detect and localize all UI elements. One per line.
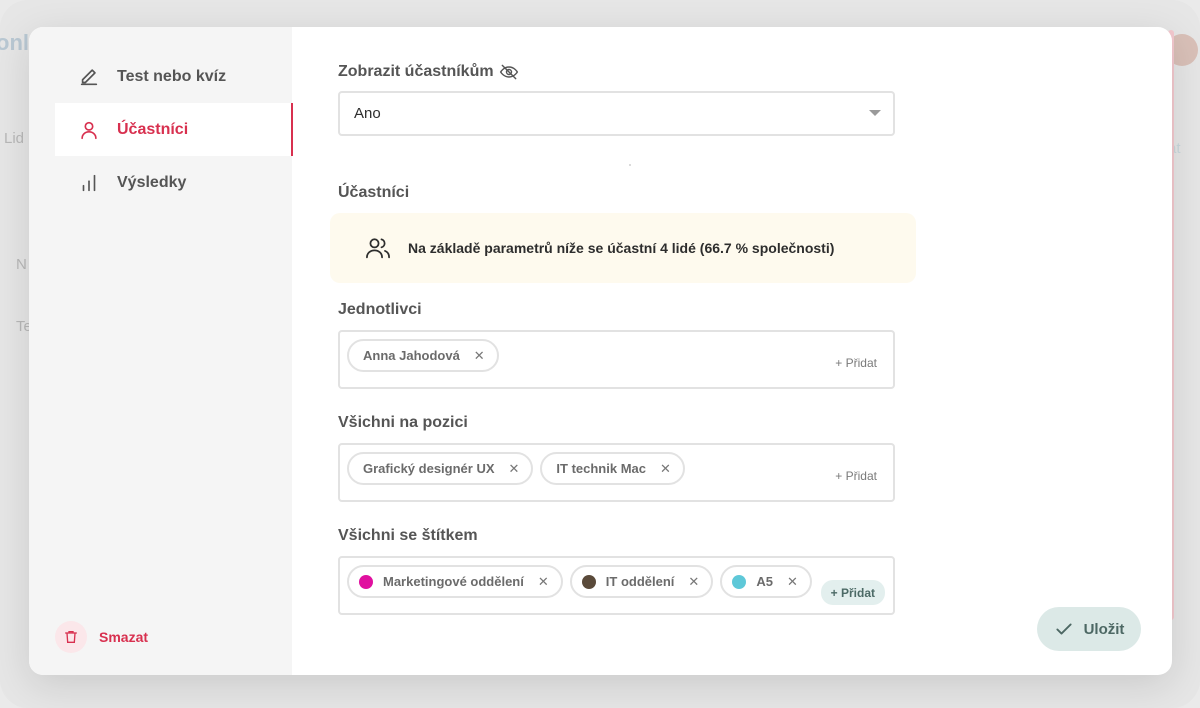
save-label: Uložit <box>1083 620 1125 638</box>
pencil-icon <box>77 65 101 89</box>
participants-info-text: Na základě parametrů níže se účastní 4 l… <box>408 240 835 256</box>
delete-label: Smazat <box>99 629 149 645</box>
trash-icon <box>55 621 87 653</box>
tag-color-dot <box>581 574 596 589</box>
tags-field[interactable]: Marketingové oddělení ✕ IT oddělení ✕ A5… <box>338 556 895 615</box>
close-icon[interactable]: ✕ <box>474 348 485 364</box>
person-icon <box>77 118 101 142</box>
add-position-button[interactable]: + Přidat <box>835 469 877 483</box>
chip-label: A5 <box>756 574 773 589</box>
close-icon[interactable]: ✕ <box>787 574 798 590</box>
positions-label: Všichni na pozici <box>338 414 468 431</box>
bar-chart-icon <box>77 171 101 195</box>
chip-label: Marketingové oddělení <box>383 574 524 589</box>
visibility-label-text: Zobrazit účastníkům <box>338 63 494 80</box>
tags-label: Všichni se štítkem <box>338 527 478 544</box>
close-icon[interactable]: ✕ <box>660 461 671 477</box>
sidebar-nav: Test nebo kvíz Účastníci Výsledky <box>55 50 293 209</box>
visibility-select-value: Ano <box>354 105 381 122</box>
save-button[interactable]: Uložit <box>1037 607 1141 651</box>
sidebar-item-label: Test nebo kvíz <box>117 67 227 85</box>
positions-chips: Grafický designér UX ✕ IT technik Mac ✕ <box>347 452 685 485</box>
sidebar-item-label: Účastníci <box>117 120 189 138</box>
users-icon <box>364 234 392 262</box>
chip: Grafický designér UX ✕ <box>347 452 534 485</box>
individuals-field[interactable]: Anna Jahodová ✕ + Přidat <box>338 330 895 389</box>
background-logo: onl <box>0 30 29 55</box>
individuals-label: Jednotlivci <box>338 301 422 318</box>
chip-label: IT technik Mac <box>556 461 646 476</box>
modal-sidebar: Test nebo kvíz Účastníci Výsledky Smazat <box>29 27 293 675</box>
close-icon[interactable]: ✕ <box>538 574 549 590</box>
visibility-label: Zobrazit účastníkům <box>338 62 519 82</box>
tag-color-dot <box>359 574 373 589</box>
chip: IT oddělení ✕ <box>569 565 714 598</box>
check-icon <box>1054 619 1074 639</box>
chip-label: Anna Jahodová <box>363 348 460 363</box>
chip: Marketingové oddělení ✕ <box>347 565 563 598</box>
chip: Anna Jahodová ✕ <box>347 339 499 372</box>
sidebar-item-test[interactable]: Test nebo kvíz <box>55 50 292 103</box>
sidebar-item-results[interactable]: Výsledky <box>55 156 292 209</box>
visibility-select[interactable]: Ano <box>338 91 895 136</box>
add-tag-button[interactable]: + Přidat <box>820 580 885 605</box>
chip-label: IT oddělení <box>605 574 675 589</box>
divider <box>629 164 631 166</box>
modal-main: Zobrazit účastníkům Ano Účastníci Na zák… <box>292 27 1172 675</box>
chip-label: Grafický designér UX <box>363 461 495 476</box>
close-icon[interactable]: ✕ <box>688 574 699 590</box>
individuals-chips: Anna Jahodová ✕ <box>347 339 499 372</box>
participants-modal: Test nebo kvíz Účastníci Výsledky Smazat <box>29 27 1172 675</box>
background-text: N <box>16 256 27 273</box>
participants-label: Účastníci <box>338 184 410 201</box>
tags-chips: Marketingové oddělení ✕ IT oddělení ✕ A5… <box>347 565 812 598</box>
chip: A5 ✕ <box>720 565 812 598</box>
sidebar-item-label: Výsledky <box>117 173 187 191</box>
chevron-down-icon <box>869 110 881 116</box>
positions-field[interactable]: Grafický designér UX ✕ IT technik Mac ✕ … <box>338 443 895 502</box>
delete-button[interactable]: Smazat <box>55 621 148 653</box>
sidebar-item-participants[interactable]: Účastníci <box>55 103 293 156</box>
close-icon[interactable]: ✕ <box>509 461 520 477</box>
participants-info-box: Na základě parametrů níže se účastní 4 l… <box>330 213 916 283</box>
tag-color-dot <box>732 574 747 589</box>
add-individual-button[interactable]: + Přidat <box>835 356 877 370</box>
background-text: Lid <box>4 130 25 147</box>
eye-off-icon <box>499 62 519 82</box>
chip: IT technik Mac ✕ <box>540 452 685 485</box>
